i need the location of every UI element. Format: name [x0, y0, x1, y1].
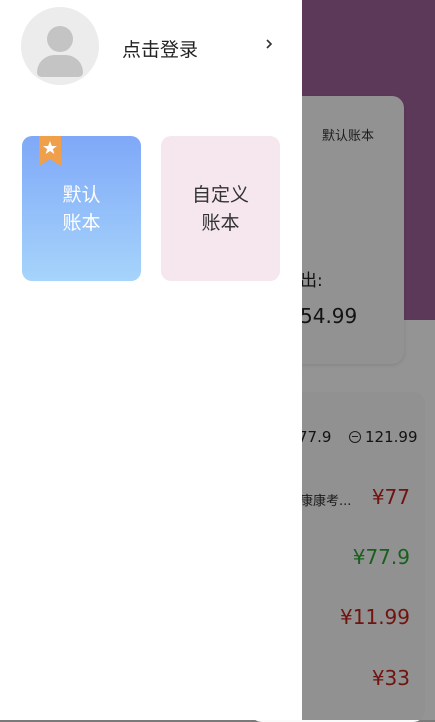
default-ledger-label-line1: 默认 — [62, 183, 101, 206]
avatar-icon[interactable] — [21, 7, 99, 85]
custom-ledger-label-line1: 自定义 — [191, 183, 249, 206]
custom-ledger-label-line2: 账本 — [201, 211, 240, 234]
login-link[interactable]: 点击登录 — [122, 35, 198, 62]
default-ledger-label-line2: 账本 — [62, 211, 101, 234]
bookmark-star-icon — [39, 136, 61, 166]
chevron-right-icon[interactable] — [264, 39, 274, 49]
side-drawer: 点击登录 默认 账本 自定义 账本 — [0, 0, 302, 720]
avatar-body — [37, 55, 83, 77]
default-ledger-button[interactable]: 默认 账本 — [22, 136, 141, 281]
custom-ledger-button[interactable]: 自定义 账本 — [161, 136, 280, 281]
avatar-head — [47, 26, 73, 52]
